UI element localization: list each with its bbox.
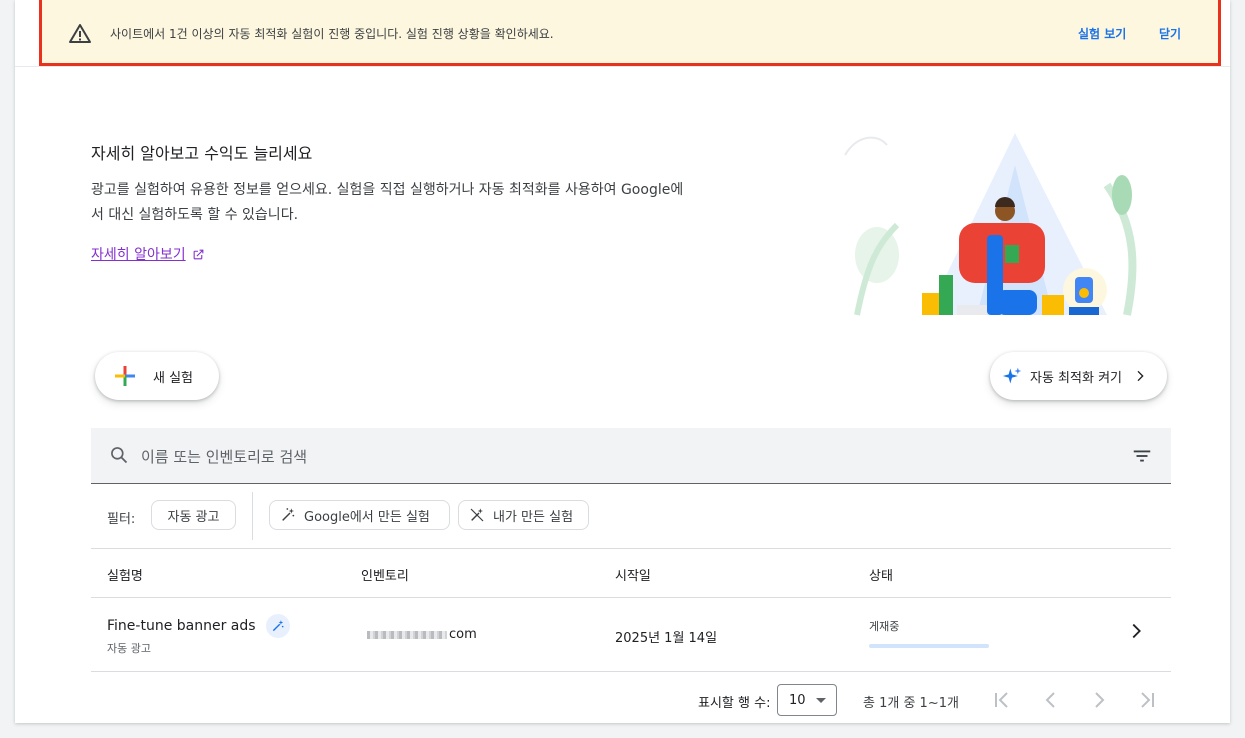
chevron-right-icon[interactable] [1125, 620, 1147, 642]
search-input[interactable]: 이름 또는 인벤토리로 검색 [141, 446, 307, 467]
rows-per-page-select[interactable]: 10 [777, 684, 837, 716]
view-experiments-link[interactable]: 실험 보기 [1078, 25, 1126, 42]
status-text: 게재중 [869, 620, 900, 633]
inventory-domain: com [367, 627, 477, 642]
column-header-inventory[interactable]: 인벤토리 [361, 565, 409, 584]
magic-wand-icon [272, 620, 284, 632]
hero-description: 광고를 실험하여 유용한 정보를 얻으세요. 실험을 직접 실행하거나 자동 최… [91, 182, 684, 223]
column-header-status[interactable]: 상태 [869, 565, 893, 584]
camping-illustration [844, 133, 1137, 316]
first-page-icon[interactable] [990, 688, 1014, 712]
experiment-name[interactable]: Fine-tune banner ads [107, 618, 256, 634]
rows-per-page-label: 표시할 행 수: [698, 696, 771, 711]
search-bar[interactable]: 이름 또는 인벤토리로 검색 [91, 428, 1171, 484]
auto-optimize-button[interactable]: 자동 최적화 켜기 [990, 352, 1167, 400]
chip-my-experiments[interactable]: 내가 만든 실험 [458, 500, 589, 530]
filter-label: 필터: [107, 512, 136, 527]
status-progress-bar [869, 644, 989, 648]
inventory-suffix: com [449, 627, 477, 642]
last-page-icon[interactable] [1135, 688, 1159, 712]
previous-page-icon[interactable] [1039, 688, 1063, 712]
divider [15, 66, 1230, 67]
chip-google-experiments[interactable]: Google에서 만든 실험 [269, 500, 450, 530]
redacted-domain [367, 630, 447, 639]
table-divider [91, 548, 1171, 549]
auto-optimize-label: 자동 최적화 켜기 [1030, 370, 1122, 386]
search-icon [111, 447, 128, 464]
wand-off-icon [470, 508, 484, 522]
experiment-banner: 사이트에서 1건 이상의 자동 최적화 실험이 진행 중입니다. 실험 진행 상… [39, 0, 1221, 66]
learn-more-label: 자세히 알아보기 [91, 247, 186, 263]
column-header-name[interactable]: 실험명 [107, 565, 143, 584]
learn-more-link[interactable]: 자세히 알아보기 [91, 244, 205, 264]
caret-down-icon [815, 697, 826, 703]
next-page-icon[interactable] [1087, 688, 1111, 712]
experiments-card: 사이트에서 1건 이상의 자동 최적화 실험이 진행 중입니다. 실험 진행 상… [15, 0, 1230, 723]
chip-label: 내가 만든 실험 [493, 509, 574, 525]
column-header-start-date[interactable]: 시작일 [615, 565, 651, 584]
chip-label: Google에서 만든 실험 [304, 509, 430, 525]
filter-list-icon[interactable] [1131, 445, 1153, 467]
filter-divider [252, 492, 253, 540]
warning-icon [69, 24, 91, 43]
experiment-type: 자동 광고 [107, 642, 151, 655]
sparkle-icon [1002, 367, 1022, 384]
external-link-icon [193, 249, 203, 259]
start-date: 2025년 1월 14일 [615, 631, 718, 646]
new-experiment-label: 새 실험 [153, 370, 194, 386]
chip-auto-ads[interactable]: 자동 광고 [151, 500, 236, 530]
rows-per-page-value: 10 [789, 692, 806, 708]
table-divider [91, 671, 1171, 672]
banner-message: 사이트에서 1건 이상의 자동 최적화 실험이 진행 중입니다. 실험 진행 상… [110, 27, 554, 41]
plus-icon [115, 366, 135, 386]
google-experiment-badge [266, 614, 290, 638]
new-experiment-button[interactable]: 새 실험 [95, 352, 219, 400]
pagination-range: 총 1개 중 1~1개 [863, 696, 959, 711]
chip-label: 자동 광고 [167, 509, 220, 525]
hero-title: 자세히 알아보고 수익도 늘리세요 [91, 144, 313, 163]
chevron-right-icon [1137, 370, 1144, 382]
table-divider [91, 597, 1171, 598]
magic-wand-icon [282, 508, 295, 521]
close-banner-link[interactable]: 닫기 [1159, 25, 1181, 42]
